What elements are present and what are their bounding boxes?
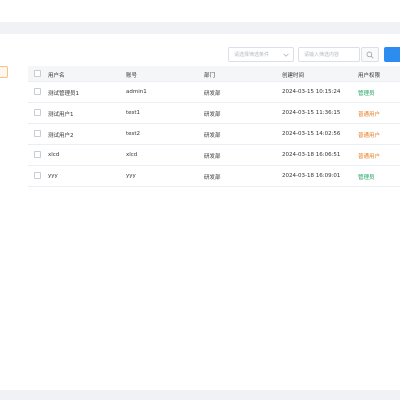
cell-role: 普通用户 (358, 154, 381, 160)
search-input[interactable]: 请输入筛选内容 (298, 47, 360, 62)
filter-select[interactable]: 请选择筛选条件 (228, 47, 294, 62)
table-header: 用户名 账号 部门 创建时间 用户权限 (28, 66, 400, 82)
cell-role: 普通用户 (358, 133, 381, 139)
table-row[interactable]: 测试用户1 test1 研发部 2024-03-15 11:36:15 普通用户 (28, 103, 400, 124)
search-button[interactable] (361, 47, 379, 62)
row-checkbox[interactable] (34, 172, 41, 179)
search-input-placeholder: 请输入筛选内容 (304, 52, 340, 58)
table-row[interactable]: yyy yyy 研发部 2024-03-18 16:09:01 管理员 (28, 166, 400, 187)
cell-department: 研发部 (204, 133, 221, 139)
cell-account: admin1 (126, 89, 147, 95)
cell-created: 2024-03-15 11:36:15 (282, 110, 341, 116)
cell-department: 研发部 (204, 112, 221, 118)
cell-created: 2024-03-15 14:02:56 (282, 131, 341, 137)
top-bar (0, 0, 400, 22)
side-tag[interactable] (0, 66, 8, 78)
cell-username: yyy (48, 173, 58, 179)
column-header-department[interactable]: 部门 (204, 71, 215, 79)
cell-account: xlcd (126, 152, 138, 158)
column-header-username[interactable]: 用户名 (48, 71, 65, 79)
cell-department: 研发部 (204, 175, 221, 181)
cell-department: 研发部 (204, 154, 221, 160)
table-row[interactable]: xlcd xlcd 研发部 2024-03-18 16:06:51 普通用户 (28, 145, 400, 166)
column-header-account[interactable]: 账号 (126, 71, 137, 79)
cell-username: xlcd (48, 152, 60, 158)
filter-select-placeholder: 请选择筛选条件 (234, 52, 270, 58)
cell-role: 管理员 (358, 91, 375, 97)
row-checkbox[interactable] (34, 151, 41, 158)
row-checkbox[interactable] (34, 130, 41, 137)
cell-role: 管理员 (358, 175, 375, 181)
cell-created: 2024-03-18 16:09:01 (282, 173, 341, 179)
cell-role: 普通用户 (358, 112, 381, 118)
cell-username: 测试用户1 (48, 112, 74, 118)
column-header-created[interactable]: 创建时间 (282, 71, 304, 79)
bottom-bar (0, 390, 400, 400)
cell-department: 研发部 (204, 91, 221, 97)
cell-created: 2024-03-18 16:06:51 (282, 152, 341, 158)
chevron-down-icon (283, 53, 289, 57)
table-row[interactable]: 测试管理员1 admin1 研发部 2024-03-15 10:15:24 管理… (28, 82, 400, 103)
user-table: 用户名 账号 部门 创建时间 用户权限 测试管理员1 admin1 研发部 20… (28, 66, 400, 187)
toolbar: 请选择筛选条件 请输入筛选内容 (0, 47, 400, 63)
row-checkbox[interactable] (34, 88, 41, 95)
cell-account: test1 (126, 110, 141, 116)
cell-account: test2 (126, 131, 141, 137)
search-icon (366, 51, 374, 58)
column-header-role[interactable]: 用户权限 (358, 71, 380, 79)
primary-action-button[interactable] (384, 47, 400, 62)
select-all-checkbox[interactable] (34, 70, 41, 77)
cell-created: 2024-03-15 10:15:24 (282, 89, 341, 95)
cell-username: 测试用户2 (48, 133, 74, 139)
cell-username: 测试管理员1 (48, 91, 79, 97)
row-checkbox[interactable] (34, 109, 41, 116)
cell-account: yyy (126, 173, 136, 179)
table-row[interactable]: 测试用户2 test2 研发部 2024-03-15 14:02:56 普通用户 (28, 124, 400, 145)
